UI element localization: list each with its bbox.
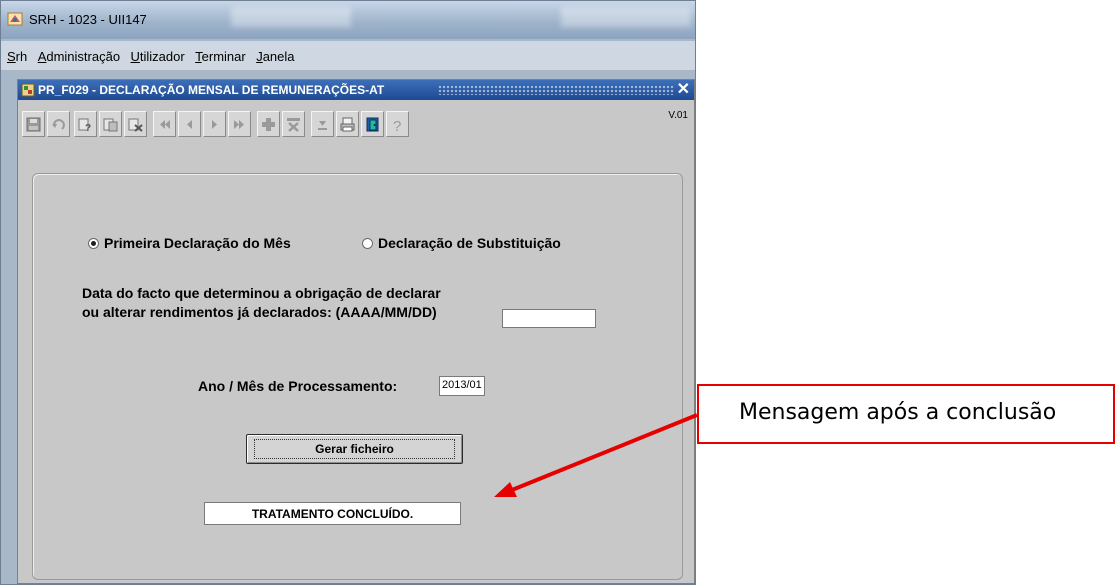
- save-icon[interactable]: [22, 111, 45, 137]
- last-record-icon[interactable]: [228, 111, 251, 137]
- generate-file-button[interactable]: Gerar ficheiro: [246, 434, 463, 464]
- fact-date-label-line1: Data do facto que determinou a obrigação…: [82, 285, 441, 301]
- menu-utilizador[interactable]: Utilizador: [131, 49, 185, 64]
- radio-declaracao-substituicao[interactable]: Declaração de Substituição: [362, 235, 561, 251]
- annotation-text: Mensagem após a conclusão: [739, 400, 1057, 425]
- exit-icon[interactable]: [361, 111, 384, 137]
- radio-primeira-label: Primeira Declaração do Mês: [104, 235, 291, 251]
- form-window: PR_F029 - DECLARAÇÃO MENSAL DE REMUNERAÇ…: [17, 79, 695, 584]
- app-title: SRH - 1023 - UII147: [29, 12, 147, 27]
- undo-icon[interactable]: [47, 111, 70, 137]
- form-titlebar[interactable]: PR_F029 - DECLARAÇÃO MENSAL DE REMUNERAÇ…: [18, 80, 694, 100]
- svg-text:?: ?: [85, 123, 91, 133]
- form-title: PR_F029 - DECLARAÇÃO MENSAL DE REMUNERAÇ…: [38, 83, 385, 97]
- generate-file-label: Gerar ficheiro: [254, 439, 455, 459]
- query-icon[interactable]: ?: [74, 111, 97, 137]
- titlebar-blur-right: [561, 7, 691, 27]
- annotation-callout: Mensagem após a conclusão: [697, 384, 1115, 444]
- execute-query-icon[interactable]: [99, 111, 122, 137]
- menu-administracao[interactable]: Administração: [38, 49, 120, 64]
- menu-srh[interactable]: Srh: [7, 49, 27, 64]
- titlebar-blur: [231, 7, 351, 27]
- period-label: Ano / Mês de Processamento:: [198, 378, 398, 394]
- cancel-query-icon[interactable]: [124, 111, 147, 137]
- application-window: SRH - 1023 - UII147 Srh Administração Ut…: [0, 0, 696, 585]
- status-message-field: TRATAMENTO CONCLUÍDO.: [204, 502, 461, 525]
- radio-selected-icon[interactable]: [88, 237, 99, 249]
- list-values-icon[interactable]: [311, 111, 334, 137]
- titlebar-pattern: [438, 85, 674, 95]
- insert-record-icon[interactable]: [257, 111, 280, 137]
- radio-primeira-declaracao[interactable]: Primeira Declaração do Mês: [88, 235, 291, 251]
- app-logo-icon: [7, 12, 23, 26]
- first-record-icon[interactable]: [153, 111, 176, 137]
- fact-date-label-line2: ou alterar rendimentos já declarados: (A…: [82, 304, 437, 320]
- version-label: V.01: [668, 110, 688, 121]
- radio-substituicao-label: Declaração de Substituição: [378, 235, 561, 251]
- next-record-icon[interactable]: [203, 111, 226, 137]
- previous-record-icon[interactable]: [178, 111, 201, 137]
- delete-record-icon[interactable]: [282, 111, 305, 137]
- period-input[interactable]: 2013/01: [439, 376, 485, 396]
- menu-janela[interactable]: Janela: [256, 49, 294, 64]
- help-icon[interactable]: ?: [386, 111, 409, 137]
- menubar: Srh Administração Utilizador Terminar Ja…: [1, 41, 695, 71]
- svg-text:?: ?: [393, 118, 401, 133]
- menu-terminar[interactable]: Terminar: [195, 49, 246, 64]
- form-icon: [21, 83, 35, 97]
- close-icon[interactable]: ✕: [677, 81, 690, 99]
- radio-unselected-icon[interactable]: [362, 237, 373, 249]
- fact-date-input[interactable]: [502, 309, 596, 328]
- app-titlebar[interactable]: SRH - 1023 - UII147: [1, 1, 695, 39]
- print-icon[interactable]: [336, 111, 359, 137]
